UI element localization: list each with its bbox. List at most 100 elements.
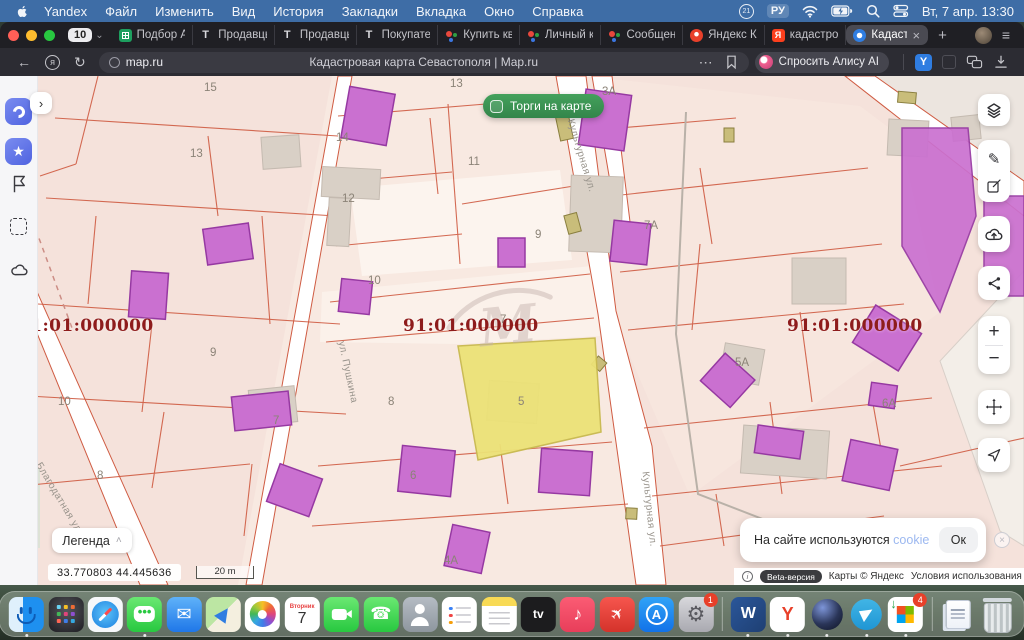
dock-icon-contacts[interactable] bbox=[403, 597, 438, 632]
dock-icon-documents[interactable] bbox=[941, 597, 976, 632]
dock-icon-photos[interactable] bbox=[245, 597, 280, 632]
dock-icon-assistant-sphere[interactable] bbox=[810, 597, 845, 632]
parcel-number-label[interactable]: 4А bbox=[444, 555, 458, 567]
parcel-number-label[interactable]: 14 bbox=[336, 132, 349, 144]
cadastral-quarter-label[interactable]: 91:01:000000 bbox=[403, 316, 539, 336]
sidebar-bookmarks-button[interactable] bbox=[10, 174, 28, 199]
parcel-number-label[interactable]: 9 bbox=[535, 229, 541, 241]
yandex-home-icon[interactable]: я bbox=[45, 55, 60, 70]
dock-icon-word[interactable]: W bbox=[731, 597, 766, 632]
parcel-number-label[interactable]: 13 bbox=[450, 78, 463, 90]
edit-square-icon[interactable] bbox=[986, 178, 1002, 194]
parcel-number-label[interactable]: 9 bbox=[210, 347, 216, 359]
parcel-number-label[interactable]: 7 bbox=[273, 415, 279, 427]
my-location-button[interactable] bbox=[978, 438, 1010, 472]
dock-icon-telegram[interactable] bbox=[849, 597, 884, 632]
tab-counter[interactable]: 10 bbox=[68, 28, 92, 42]
more-actions-icon[interactable]: ⋯ bbox=[699, 54, 713, 71]
search-icon[interactable] bbox=[866, 4, 880, 18]
input-language-indicator[interactable]: РУ bbox=[767, 4, 789, 18]
url-text[interactable]: map.ru bbox=[126, 55, 163, 69]
sidebar-favorites-button[interactable]: ★ bbox=[5, 138, 32, 165]
parcel-number-label[interactable]: 8 bbox=[97, 470, 103, 482]
legend-button[interactable]: Легенда ˄ bbox=[52, 528, 132, 553]
menu-item[interactable]: Справка bbox=[532, 4, 583, 19]
browser-tab[interactable]: Сообщени × bbox=[601, 25, 683, 45]
browser-tab[interactable]: Купить кв × bbox=[438, 25, 520, 45]
browser-tab[interactable]: Продавцы × bbox=[275, 25, 357, 45]
browser-tab[interactable]: кадастров × bbox=[765, 25, 847, 45]
dock-icon-messages[interactable]: ••• bbox=[127, 597, 162, 632]
sidebar-screenshot-button[interactable] bbox=[10, 218, 27, 235]
dock-icon-facetime[interactable] bbox=[324, 597, 359, 632]
tab-list-chevron-icon[interactable]: ⌄ bbox=[95, 30, 103, 41]
parcel-number-label[interactable]: 7 bbox=[500, 314, 506, 326]
cookie-ok-button[interactable]: Ок bbox=[939, 527, 978, 553]
browser-tab[interactable]: Кадастр × bbox=[846, 25, 928, 45]
cookie-link[interactable]: cookie bbox=[893, 533, 929, 547]
apple-logo-icon[interactable] bbox=[14, 4, 29, 19]
dock-icon-maps[interactable] bbox=[206, 597, 241, 632]
info-icon[interactable]: i bbox=[742, 571, 753, 582]
window-close-button[interactable] bbox=[8, 30, 19, 41]
reload-button[interactable]: ↻ bbox=[74, 54, 86, 71]
menu-item[interactable]: Окно bbox=[484, 4, 514, 19]
dock-icon-phone[interactable]: ☎ bbox=[363, 597, 398, 632]
ask-alice-button[interactable]: Спросить Алису AI bbox=[755, 52, 889, 73]
download-icon[interactable] bbox=[993, 54, 1009, 70]
battery-icon[interactable] bbox=[831, 4, 853, 18]
parcel-number-label[interactable]: 3А bbox=[602, 86, 616, 98]
parcel-number-label[interactable]: 11 bbox=[468, 156, 480, 168]
zoom-out-button[interactable]: − bbox=[988, 346, 999, 372]
parcel-number-label[interactable]: 15 bbox=[204, 82, 217, 94]
browser-tab[interactable]: Продавцы × bbox=[193, 25, 275, 45]
parcel-number-label[interactable]: 8 bbox=[388, 396, 394, 408]
auctions-on-map-toggle[interactable]: Торги на карте bbox=[483, 94, 604, 118]
dock-icon-safari[interactable] bbox=[88, 597, 123, 632]
pencil-icon[interactable]: ✎ bbox=[988, 149, 1001, 170]
bookmark-icon[interactable] bbox=[724, 54, 739, 70]
browser-tab[interactable]: Личный ка × bbox=[520, 25, 602, 45]
menubar-clock[interactable]: Вт, 7 апр. 13:30 bbox=[922, 4, 1014, 19]
sidebar-alice-button[interactable] bbox=[5, 98, 32, 125]
dock-icon-music[interactable]: ♪ bbox=[560, 597, 595, 632]
wifi-icon[interactable] bbox=[802, 4, 818, 18]
dock-icon-rocket-app[interactable]: ✈ bbox=[600, 597, 635, 632]
dock-icon-finder[interactable] bbox=[9, 597, 44, 632]
parcel-number-label[interactable]: 10 bbox=[58, 396, 71, 408]
layers-button[interactable] bbox=[978, 94, 1010, 126]
draw-edit-buttons[interactable]: ✎ bbox=[978, 140, 1010, 202]
tab-close-icon[interactable]: × bbox=[912, 29, 920, 42]
chat-bubbles-icon[interactable] bbox=[966, 54, 983, 70]
window-zoom-button[interactable] bbox=[44, 30, 55, 41]
menu-item[interactable]: Закладки bbox=[342, 4, 398, 19]
parcel-number-label[interactable]: 6 bbox=[410, 470, 416, 482]
window-minimize-button[interactable] bbox=[26, 30, 37, 41]
new-tab-button[interactable]: + bbox=[938, 27, 947, 44]
menu-item[interactable]: Вид bbox=[232, 4, 256, 19]
notification-badge-icon[interactable]: 21 bbox=[739, 4, 754, 19]
menu-item[interactable]: Изменить bbox=[155, 4, 214, 19]
cadastral-quarter-label[interactable]: 91:01:000000 bbox=[787, 316, 923, 336]
dock-icon-downloads-grid[interactable]: ↓4 bbox=[888, 597, 923, 632]
pan-mode-button[interactable] bbox=[978, 390, 1010, 424]
dock-icon-mail[interactable]: ✉ bbox=[167, 597, 202, 632]
browser-tab[interactable]: Яндекс Ка × bbox=[683, 25, 765, 45]
menu-item[interactable]: Вкладка bbox=[416, 4, 466, 19]
parcel-number-label[interactable]: 10 bbox=[368, 275, 381, 287]
browser-tab[interactable]: Покупател × bbox=[357, 25, 439, 45]
share-button[interactable] bbox=[978, 266, 1010, 300]
zoom-in-button[interactable]: + bbox=[988, 319, 999, 345]
zoom-controls[interactable]: + − bbox=[978, 316, 1010, 374]
parcel-number-label[interactable]: 6А bbox=[882, 398, 896, 410]
browser-menu-icon[interactable]: ≡ bbox=[1002, 27, 1010, 43]
cookie-close-icon[interactable]: × bbox=[994, 532, 1010, 548]
control-center-icon[interactable] bbox=[893, 4, 909, 18]
parcel-number-label[interactable]: 5А bbox=[735, 357, 749, 369]
terms-link[interactable]: Условия использования bbox=[911, 571, 1022, 582]
parcel-number-label[interactable]: 13 bbox=[190, 148, 203, 160]
profile-avatar[interactable] bbox=[975, 27, 992, 44]
dock-icon-system-settings[interactable]: ⚙1 bbox=[678, 597, 713, 632]
menu-item[interactable]: Файл bbox=[105, 4, 137, 19]
dock-icon-launchpad[interactable] bbox=[48, 597, 83, 632]
